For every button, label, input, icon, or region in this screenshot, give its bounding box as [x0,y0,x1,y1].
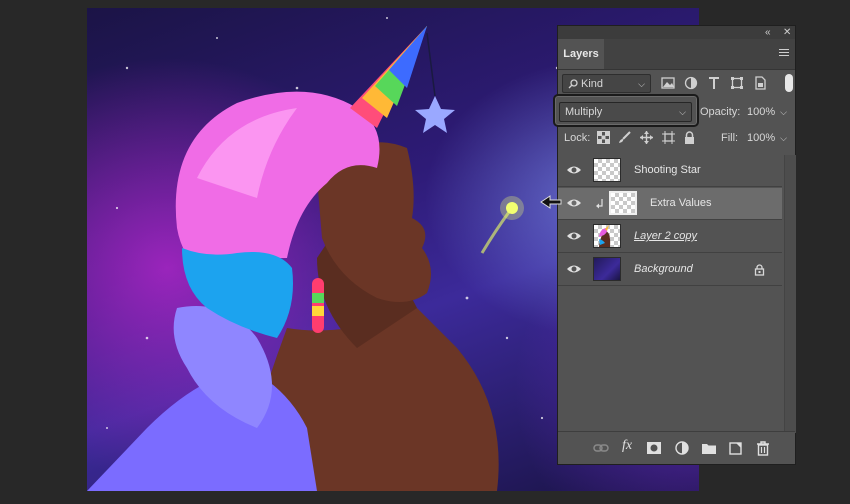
cursor-arrow-icon [540,195,562,209]
layer-name[interactable]: Shooting Star [634,164,701,176]
close-panel-button[interactable]: ✕ [783,26,791,39]
chevron-down-icon: ⌵ [780,107,787,117]
folder-icon[interactable] [701,440,717,456]
lock-icon [754,264,765,276]
eye-visibility-icon[interactable] [566,263,582,275]
adjustment-filter-icon[interactable] [684,76,698,90]
image-filter-icon[interactable] [661,76,675,90]
adjustment-icon[interactable] [674,440,690,456]
chevron-down-icon: ⌵ [638,79,645,89]
fill-value: 100% [747,132,776,144]
clipping-mask-arrow-icon [596,199,603,209]
fill-label: Fill: [721,132,739,144]
shape-filter-icon[interactable] [730,76,744,90]
layer-row-shooting-star[interactable]: Shooting Star [558,155,782,187]
chevron-down-icon: ⌵ [780,133,787,143]
lock-artboard-icon[interactable] [662,131,675,144]
eye-visibility-icon[interactable] [566,230,582,242]
layer-name[interactable]: Background [634,263,693,275]
layers-bottom-toolbar: fx [558,431,795,464]
layer-row-layer-2-copy[interactable]: Layer 2 copy [558,221,782,253]
panel-header-strip: « ✕ [558,26,795,39]
layer-thumbnail-art [599,225,611,247]
layer-row-extra-values[interactable]: Extra Values [558,188,782,220]
opacity-label: Opacity: [700,106,741,118]
lock-all-icon[interactable] [683,131,696,144]
opacity-value: 100% [747,106,776,118]
search-icon [568,79,578,89]
lock-row: Lock: Fill: 100% ⌵ [558,128,795,148]
lock-label: Lock: [564,132,591,144]
trash-icon[interactable] [755,440,771,456]
layer-name[interactable]: Layer 2 copy [634,230,697,242]
layers-list: Shooting Star Extra Values Layer 2 copy … [558,155,784,286]
layers-scrollbar[interactable] [784,155,796,433]
filter-toggle-switch[interactable] [785,74,793,92]
layer-thumbnail [593,224,621,248]
lock-image-pixels-icon[interactable] [618,131,631,144]
filter-kind-label: Kind [581,78,604,90]
fx-icon[interactable]: fx [622,438,632,454]
layer-name[interactable]: Extra Values [650,197,712,209]
lock-position-icon[interactable] [640,131,653,144]
layers-panel: « ✕ Layers Kind ⌵ Multiply ⌵ Opacity: 10… [553,25,796,465]
layer-row-background[interactable]: Background [558,254,782,286]
new-layer-icon[interactable] [728,440,744,456]
eye-visibility-icon[interactable] [566,164,582,176]
filter-kind-dropdown[interactable]: Kind ⌵ [562,74,651,93]
fill-field[interactable]: 100% ⌵ [741,128,793,148]
link-icon[interactable] [593,440,609,456]
mask-icon[interactable] [646,440,662,456]
type-filter-icon[interactable] [707,76,721,90]
lock-transparent-pixels-icon[interactable] [597,131,610,144]
tab-layers[interactable]: Layers [558,39,604,69]
smart-object-filter-icon[interactable] [753,76,767,90]
blend-mode-dropdown[interactable]: Multiply ⌵ [559,102,692,122]
opacity-field[interactable]: 100% ⌵ [741,102,793,122]
panel-tab-bar: Layers [558,39,795,70]
chevron-down-icon: ⌵ [679,107,686,117]
eye-visibility-icon[interactable] [566,197,582,209]
blend-mode-highlight: Multiply ⌵ [553,94,699,127]
layer-filter-row: Kind ⌵ [562,74,793,94]
layer-thumbnail [593,257,621,281]
panel-menu-icon[interactable] [779,47,789,59]
collapse-panel-button[interactable]: « [765,26,771,39]
layer-thumbnail [609,191,637,215]
blend-mode-value: Multiply [565,106,603,118]
layer-thumbnail [593,158,621,182]
